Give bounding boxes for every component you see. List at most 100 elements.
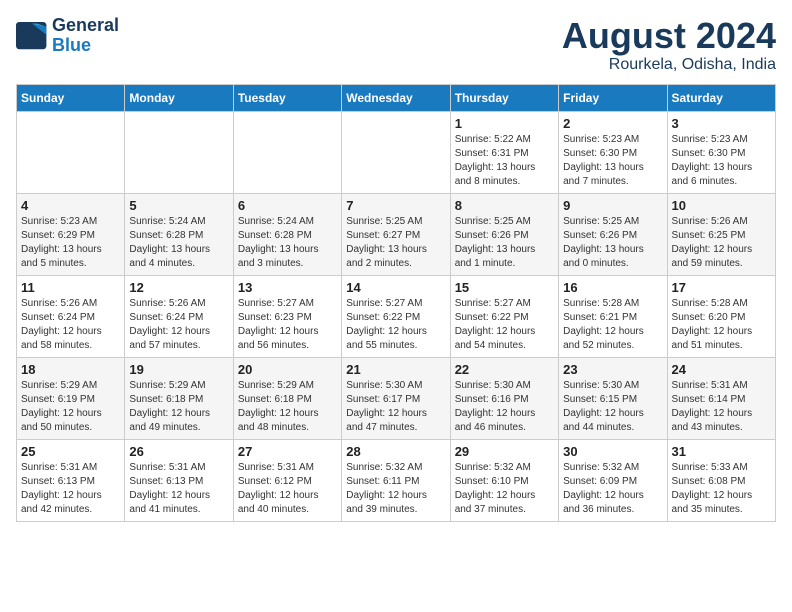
day-info: Sunrise: 5:33 AM Sunset: 6:08 PM Dayligh… <box>672 461 771 517</box>
calendar-cell: 1 Sunrise: 5:22 AM Sunset: 6:31 PM Daylig… <box>450 111 558 193</box>
day-info: Sunrise: 5:24 AM Sunset: 6:28 PM Dayligh… <box>238 215 337 271</box>
day-info: Sunrise: 5:32 AM Sunset: 6:11 PM Dayligh… <box>346 461 445 517</box>
day-info: Sunrise: 5:26 AM Sunset: 6:25 PM Dayligh… <box>672 215 771 271</box>
day-number: 24 <box>672 362 771 377</box>
calendar-table: SundayMondayTuesdayWednesdayThursdayFrid… <box>16 84 776 522</box>
day-number: 26 <box>129 444 228 459</box>
day-info: Sunrise: 5:25 AM Sunset: 6:26 PM Dayligh… <box>455 215 554 271</box>
day-number: 31 <box>672 444 771 459</box>
day-info: Sunrise: 5:24 AM Sunset: 6:28 PM Dayligh… <box>129 215 228 271</box>
weekday-header: Friday <box>559 84 667 111</box>
calendar-cell <box>17 111 125 193</box>
day-number: 14 <box>346 280 445 295</box>
day-number: 12 <box>129 280 228 295</box>
day-number: 20 <box>238 362 337 377</box>
calendar-cell: 12 Sunrise: 5:26 AM Sunset: 6:24 PM Dayli… <box>125 275 233 357</box>
day-info: Sunrise: 5:30 AM Sunset: 6:16 PM Dayligh… <box>455 379 554 435</box>
calendar-cell: 20 Sunrise: 5:29 AM Sunset: 6:18 PM Dayli… <box>233 357 341 439</box>
calendar-cell: 17 Sunrise: 5:28 AM Sunset: 6:20 PM Dayli… <box>667 275 775 357</box>
day-number: 15 <box>455 280 554 295</box>
calendar-cell: 19Sunrise: 5:29 AM Sunset: 6:18 PM Dayli… <box>125 357 233 439</box>
day-info: Sunrise: 5:28 AM Sunset: 6:21 PM Dayligh… <box>563 297 662 353</box>
logo-icon <box>16 22 48 50</box>
logo-line1: General <box>52 16 119 36</box>
logo-line2: Blue <box>52 36 119 56</box>
day-info: Sunrise: 5:31 AM Sunset: 6:13 PM Dayligh… <box>21 461 120 517</box>
day-number: 29 <box>455 444 554 459</box>
day-number: 16 <box>563 280 662 295</box>
calendar-cell: 22Sunrise: 5:30 AM Sunset: 6:16 PM Dayli… <box>450 357 558 439</box>
day-info: Sunrise: 5:32 AM Sunset: 6:10 PM Dayligh… <box>455 461 554 517</box>
calendar-cell: 24 Sunrise: 5:31 AM Sunset: 6:14 PM Dayli… <box>667 357 775 439</box>
day-info: Sunrise: 5:26 AM Sunset: 6:24 PM Dayligh… <box>21 297 120 353</box>
day-number: 11 <box>21 280 120 295</box>
calendar-week-row: 25 Sunrise: 5:31 AM Sunset: 6:13 PM Dayli… <box>17 439 776 521</box>
day-info: Sunrise: 5:31 AM Sunset: 6:14 PM Dayligh… <box>672 379 771 435</box>
day-info: Sunrise: 5:29 AM Sunset: 6:19 PM Dayligh… <box>21 379 120 435</box>
location: Rourkela, Odisha, India <box>562 56 776 74</box>
calendar-cell: 15 Sunrise: 5:27 AM Sunset: 6:22 PM Dayli… <box>450 275 558 357</box>
day-number: 4 <box>21 198 120 213</box>
day-info: Sunrise: 5:25 AM Sunset: 6:27 PM Dayligh… <box>346 215 445 271</box>
calendar-cell: 28 Sunrise: 5:32 AM Sunset: 6:11 PM Dayli… <box>342 439 450 521</box>
day-info: Sunrise: 5:30 AM Sunset: 6:15 PM Dayligh… <box>563 379 662 435</box>
calendar-cell: 16 Sunrise: 5:28 AM Sunset: 6:21 PM Dayli… <box>559 275 667 357</box>
weekday-header: Saturday <box>667 84 775 111</box>
calendar-week-row: 18Sunrise: 5:29 AM Sunset: 6:19 PM Dayli… <box>17 357 776 439</box>
day-info: Sunrise: 5:32 AM Sunset: 6:09 PM Dayligh… <box>563 461 662 517</box>
day-info: Sunrise: 5:29 AM Sunset: 6:18 PM Dayligh… <box>238 379 337 435</box>
calendar-cell: 13 Sunrise: 5:27 AM Sunset: 6:23 PM Dayli… <box>233 275 341 357</box>
day-number: 27 <box>238 444 337 459</box>
calendar-cell: 11 Sunrise: 5:26 AM Sunset: 6:24 PM Dayli… <box>17 275 125 357</box>
day-number: 25 <box>21 444 120 459</box>
day-number: 30 <box>563 444 662 459</box>
day-info: Sunrise: 5:23 AM Sunset: 6:30 PM Dayligh… <box>672 133 771 189</box>
day-number: 8 <box>455 198 554 213</box>
calendar-cell <box>233 111 341 193</box>
calendar-cell: 25 Sunrise: 5:31 AM Sunset: 6:13 PM Dayli… <box>17 439 125 521</box>
logo: General Blue <box>16 16 119 56</box>
calendar-cell: 5Sunrise: 5:24 AM Sunset: 6:28 PM Daylig… <box>125 193 233 275</box>
day-number: 28 <box>346 444 445 459</box>
day-number: 13 <box>238 280 337 295</box>
day-number: 3 <box>672 116 771 131</box>
weekday-header: Monday <box>125 84 233 111</box>
day-info: Sunrise: 5:23 AM Sunset: 6:29 PM Dayligh… <box>21 215 120 271</box>
calendar-cell: 27 Sunrise: 5:31 AM Sunset: 6:12 PM Dayli… <box>233 439 341 521</box>
calendar-cell: 14Sunrise: 5:27 AM Sunset: 6:22 PM Dayli… <box>342 275 450 357</box>
calendar-cell: 31 Sunrise: 5:33 AM Sunset: 6:08 PM Dayli… <box>667 439 775 521</box>
calendar-cell <box>342 111 450 193</box>
day-info: Sunrise: 5:28 AM Sunset: 6:20 PM Dayligh… <box>672 297 771 353</box>
calendar-cell: 2 Sunrise: 5:23 AM Sunset: 6:30 PM Daylig… <box>559 111 667 193</box>
day-info: Sunrise: 5:23 AM Sunset: 6:30 PM Dayligh… <box>563 133 662 189</box>
calendar-cell: 21Sunrise: 5:30 AM Sunset: 6:17 PM Dayli… <box>342 357 450 439</box>
weekday-header-row: SundayMondayTuesdayWednesdayThursdayFrid… <box>17 84 776 111</box>
day-info: Sunrise: 5:29 AM Sunset: 6:18 PM Dayligh… <box>129 379 228 435</box>
day-number: 9 <box>563 198 662 213</box>
day-number: 17 <box>672 280 771 295</box>
calendar-cell: 9 Sunrise: 5:25 AM Sunset: 6:26 PM Daylig… <box>559 193 667 275</box>
day-number: 6 <box>238 198 337 213</box>
calendar-week-row: 1 Sunrise: 5:22 AM Sunset: 6:31 PM Daylig… <box>17 111 776 193</box>
calendar-cell: 23Sunrise: 5:30 AM Sunset: 6:15 PM Dayli… <box>559 357 667 439</box>
day-info: Sunrise: 5:22 AM Sunset: 6:31 PM Dayligh… <box>455 133 554 189</box>
calendar-week-row: 4 Sunrise: 5:23 AM Sunset: 6:29 PM Daylig… <box>17 193 776 275</box>
calendar-cell <box>125 111 233 193</box>
day-info: Sunrise: 5:27 AM Sunset: 6:22 PM Dayligh… <box>455 297 554 353</box>
calendar-cell: 7 Sunrise: 5:25 AM Sunset: 6:27 PM Daylig… <box>342 193 450 275</box>
calendar-cell: 8 Sunrise: 5:25 AM Sunset: 6:26 PM Daylig… <box>450 193 558 275</box>
weekday-header: Tuesday <box>233 84 341 111</box>
calendar-cell: 18Sunrise: 5:29 AM Sunset: 6:19 PM Dayli… <box>17 357 125 439</box>
day-info: Sunrise: 5:31 AM Sunset: 6:12 PM Dayligh… <box>238 461 337 517</box>
day-info: Sunrise: 5:27 AM Sunset: 6:23 PM Dayligh… <box>238 297 337 353</box>
day-info: Sunrise: 5:26 AM Sunset: 6:24 PM Dayligh… <box>129 297 228 353</box>
day-number: 7 <box>346 198 445 213</box>
day-info: Sunrise: 5:25 AM Sunset: 6:26 PM Dayligh… <box>563 215 662 271</box>
calendar-cell: 10Sunrise: 5:26 AM Sunset: 6:25 PM Dayli… <box>667 193 775 275</box>
calendar-cell: 3 Sunrise: 5:23 AM Sunset: 6:30 PM Daylig… <box>667 111 775 193</box>
day-number: 1 <box>455 116 554 131</box>
day-info: Sunrise: 5:30 AM Sunset: 6:17 PM Dayligh… <box>346 379 445 435</box>
month-title: August 2024 <box>562 16 776 56</box>
calendar-week-row: 11 Sunrise: 5:26 AM Sunset: 6:24 PM Dayli… <box>17 275 776 357</box>
day-number: 2 <box>563 116 662 131</box>
